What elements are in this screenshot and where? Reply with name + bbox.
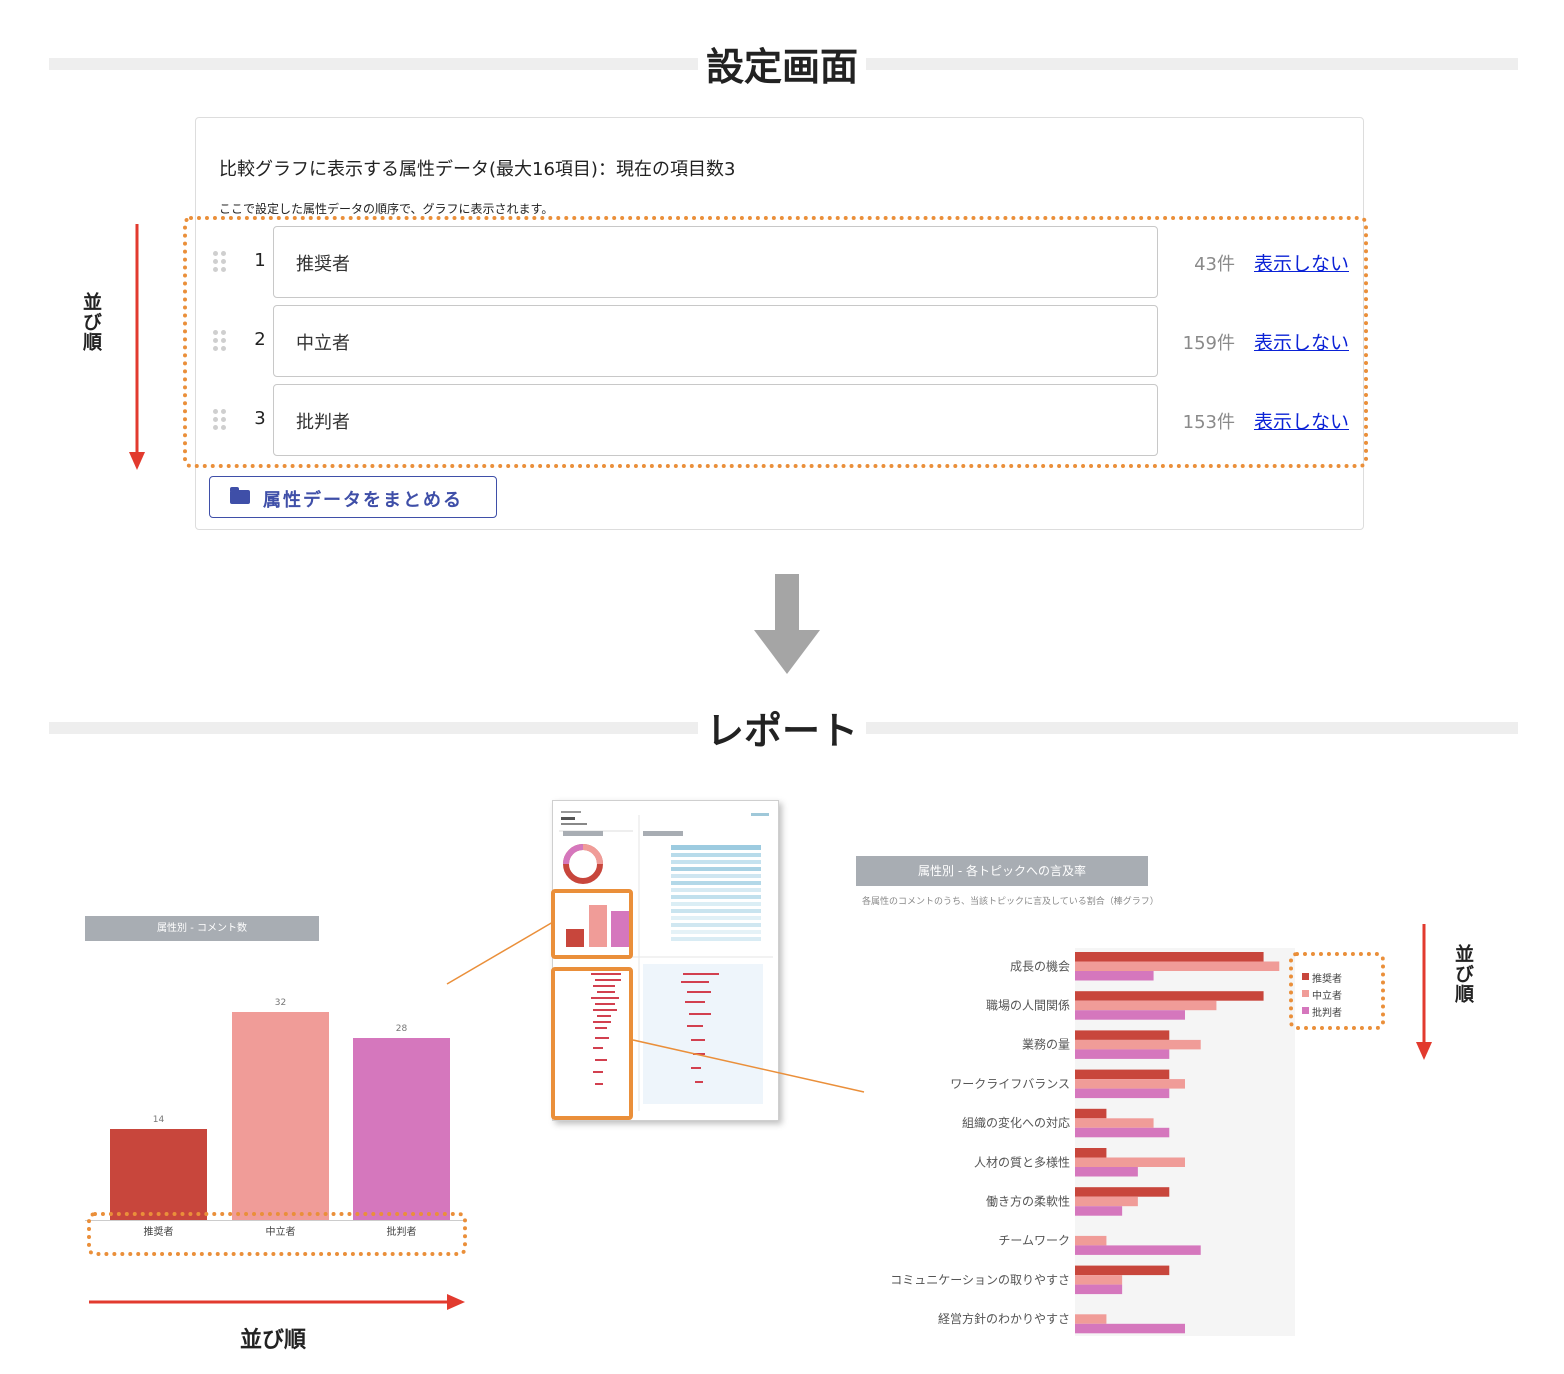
folder-icon [230, 487, 250, 504]
bar-批判者 [1075, 971, 1154, 981]
section-title-settings: 設定画面 [0, 36, 1564, 91]
bar-批判者 [1075, 1323, 1185, 1334]
bar-中立者 [1075, 1157, 1185, 1167]
bar-value-label: 14 [153, 1115, 165, 1125]
highlight-category-axis [87, 1212, 467, 1256]
bar-批判者 [1075, 1284, 1123, 1295]
bar-推奨者 [1075, 991, 1264, 1001]
highlight-attribute-list [183, 216, 1368, 468]
bar-批判者 [1075, 1010, 1185, 1020]
section-title-report: レポート [0, 700, 1564, 755]
bar-中立者 [1075, 1118, 1154, 1128]
bar-批判者 [1075, 1167, 1138, 1177]
topic-label: 業務の量 [1022, 1038, 1070, 1052]
card-subtitle: ここで設定した属性データの順序で、グラフに表示されます。 [219, 202, 554, 216]
bar-推奨者 [1075, 1030, 1170, 1040]
legend-item-detractor: 批判者 [1302, 1004, 1342, 1019]
bar-批判者 [1075, 1206, 1123, 1216]
bar-value-label: 28 [396, 1024, 408, 1034]
topic-label: ワークライフバランス [950, 1077, 1070, 1091]
bar-中立者 [1075, 1275, 1123, 1285]
chart-subtitle-topic-rate: 各属性のコメントのうち、当該トピックに言及している割合（棒グラフ） [862, 897, 1159, 907]
order-arrow-down-right-icon [1416, 924, 1432, 1060]
topic-label: 成長の機会 [1010, 958, 1070, 973]
merge-button-label: 属性データをまとめる [263, 490, 463, 511]
topic-label: チームワーク [998, 1234, 1070, 1248]
topic-label: 人材の質と多様性 [974, 1154, 1070, 1169]
bar-1 [232, 1012, 329, 1220]
topic-label: 組織の変化への対応 [962, 1115, 1070, 1130]
legend-item-promoter: 推奨者 [1302, 970, 1342, 985]
chart-title-topic-rate: 属性別 - 各トピックへの言及率 [856, 856, 1148, 886]
chart-title-comment-count: 属性別 - コメント数 [85, 916, 319, 941]
bar-2 [353, 1038, 450, 1220]
bar-中立者 [1075, 1314, 1107, 1324]
topic-label: 経営方針のわかりやすさ [938, 1311, 1070, 1326]
bar-中立者 [1075, 1039, 1201, 1050]
topic-label: 働き方の柔軟性 [986, 1193, 1070, 1208]
bar-批判者 [1075, 1049, 1170, 1059]
bar-中立者 [1075, 1196, 1138, 1207]
bar-推奨者 [1075, 1265, 1170, 1276]
connector-lines [446, 921, 865, 1093]
bar-0 [110, 1129, 207, 1220]
bar-推奨者 [1075, 952, 1264, 962]
bar-推奨者 [1075, 1148, 1107, 1158]
bar-推奨者 [1075, 1108, 1107, 1119]
bar-中立者 [1075, 1000, 1217, 1011]
card-title: 比較グラフに表示する属性データ(最大16項目)：現在の項目数3 [219, 159, 736, 180]
bar-推奨者 [1075, 1187, 1170, 1197]
order-label-report-right: 並び順 [1452, 944, 1474, 1004]
flow-arrow-down-icon [754, 574, 820, 674]
topic-rate-chart: 成長の機会職場の人間関係業務の量ワークライフバランス組織の変化への対応人材の質と… [890, 948, 1295, 1336]
bar-中立者 [1075, 1235, 1107, 1246]
order-label-report-bottom: 並び順 [240, 1328, 307, 1353]
bar-推奨者 [1075, 1069, 1170, 1080]
order-arrow-down-icon [129, 224, 145, 470]
bar-批判者 [1075, 1088, 1170, 1099]
bar-中立者 [1075, 961, 1280, 971]
order-label-settings: 並び順 [80, 292, 102, 352]
order-arrow-right-icon [89, 1294, 465, 1310]
comment-count-chart: 14推奨者32中立者28批判者 [85, 998, 465, 1238]
bar-批判者 [1075, 1127, 1170, 1138]
topic-label: コミュニケーションの取りやすさ [890, 1273, 1070, 1287]
bar-中立者 [1075, 1079, 1185, 1089]
bar-批判者 [1075, 1245, 1201, 1255]
legend-item-neutral: 中立者 [1302, 987, 1342, 1002]
bar-value-label: 32 [275, 998, 286, 1008]
merge-attributes-button[interactable]: 属性データをまとめる [209, 476, 497, 518]
topic-label: 職場の人間関係 [986, 998, 1070, 1012]
